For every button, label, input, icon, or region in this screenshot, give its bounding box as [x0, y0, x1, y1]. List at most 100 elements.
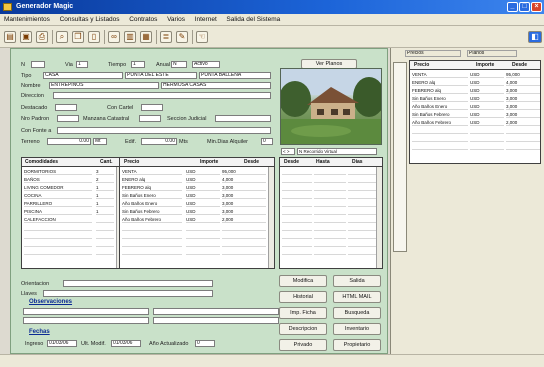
hasta-cell[interactable] — [314, 233, 346, 239]
comodidad-cell[interactable] — [24, 249, 92, 255]
precio-cell[interactable]: FEBRERO alq — [412, 88, 468, 94]
desde-cell[interactable] — [282, 241, 312, 247]
privado-button[interactable]: Privado — [279, 339, 327, 351]
orientacion-field[interactable] — [63, 280, 213, 287]
moneda-cell[interactable]: USD — [186, 209, 220, 215]
cantidad-cell[interactable]: 1 — [96, 193, 114, 199]
comodidad-cell[interactable]: PISCINA — [24, 209, 92, 215]
tab-planos[interactable]: Planos — [467, 50, 517, 57]
photo-nav-arrows[interactable]: < > — [281, 148, 295, 155]
terreno-field[interactable]: 0.00 — [47, 138, 91, 145]
importe-cell[interactable] — [222, 225, 266, 231]
moneda-cell[interactable]: USD — [470, 72, 504, 78]
menu-contratos[interactable]: Contratos — [125, 14, 161, 26]
minimize-icon[interactable]: _ — [507, 2, 518, 12]
desde-cell[interactable] — [282, 209, 312, 215]
dias-cell[interactable] — [348, 177, 376, 183]
hasta-cell[interactable] — [314, 209, 346, 215]
importe-cell[interactable]: 3,000 — [506, 112, 540, 118]
importe-cell[interactable]: 95,000 — [222, 169, 266, 175]
paste-icon[interactable]: ▥ — [124, 31, 136, 43]
cantidad-cell[interactable]: 1 — [96, 185, 114, 191]
importe-cell[interactable]: 3,000 — [222, 201, 266, 207]
precio-cell[interactable]: VENTA — [122, 169, 182, 175]
precio-cell[interactable]: Año Baños Enero — [412, 104, 468, 110]
comodidad-cell[interactable]: CALEFACCION — [24, 217, 92, 223]
hasta-cell[interactable] — [314, 217, 346, 223]
importe-cell[interactable]: 4,000 — [506, 80, 540, 86]
hasta-cell[interactable] — [314, 241, 346, 247]
moneda-cell[interactable]: USD — [186, 217, 220, 223]
hasta-cell[interactable] — [314, 169, 346, 175]
moneda-cell[interactable] — [470, 128, 504, 134]
desde-cell[interactable] — [282, 185, 312, 191]
precios-scrollbar[interactable] — [268, 167, 274, 268]
edif-field[interactable]: 0.00 — [141, 138, 177, 145]
copy-icon[interactable]: ❐ — [72, 31, 84, 43]
comodidad-cell[interactable]: DORMITORIOS — [24, 169, 92, 175]
cantidad-cell[interactable] — [96, 249, 114, 255]
desde-cell[interactable] — [282, 217, 312, 223]
dias-cell[interactable] — [348, 169, 376, 175]
anual-field[interactable]: N — [171, 61, 187, 68]
moneda-cell[interactable]: USD — [470, 104, 504, 110]
desde-cell[interactable] — [282, 177, 312, 183]
property-photo[interactable] — [280, 68, 382, 145]
importe-cell[interactable]: 3,000 — [506, 104, 540, 110]
close-icon[interactable]: × — [531, 2, 542, 12]
precio-cell[interactable] — [412, 128, 468, 134]
llaves-field[interactable] — [43, 290, 213, 297]
importe-cell[interactable] — [506, 128, 540, 134]
comodidad-cell[interactable]: BAÑOS — [24, 177, 92, 183]
importe-cell[interactable]: 3,000 — [506, 88, 540, 94]
menu-varios[interactable]: Varios — [163, 14, 189, 26]
cantidad-cell[interactable]: 1 — [96, 201, 114, 207]
precio-cell[interactable]: ENERO alq — [412, 80, 468, 86]
precio-cell[interactable]: Sin Baños Febrero — [122, 209, 182, 215]
salida-button[interactable]: Salida — [333, 275, 381, 287]
barrio-field[interactable]: PUNTA BALLENA — [199, 72, 271, 79]
observaciones-field-4[interactable] — [153, 317, 279, 324]
moneda-cell[interactable]: USD — [470, 96, 504, 102]
cantidad-cell[interactable] — [96, 217, 114, 223]
comodidad-cell[interactable]: PARRILLERO — [24, 201, 92, 207]
dias-cell[interactable] — [348, 185, 376, 191]
pencil-icon[interactable]: ✎ — [176, 31, 188, 43]
cantidad-cell[interactable] — [96, 225, 114, 231]
cantidad-cell[interactable]: 2 — [96, 177, 114, 183]
con-cartel-field[interactable] — [141, 104, 163, 111]
dias-cell[interactable] — [348, 193, 376, 199]
precio-cell[interactable]: Sin Baños Febrero — [412, 112, 468, 118]
importe-cell[interactable]: 3,000 — [222, 185, 266, 191]
tiempo-field[interactable]: 1 — [131, 61, 145, 68]
calendar-icon[interactable]: ▦ — [140, 31, 152, 43]
dias-cell[interactable] — [348, 209, 376, 215]
moneda-cell[interactable]: USD — [470, 88, 504, 94]
moneda-cell[interactable]: USD — [186, 185, 220, 191]
inventario-button[interactable]: Inventario — [333, 323, 381, 335]
menu-salida[interactable]: Salida del Sistema — [222, 14, 284, 26]
moneda-cell[interactable]: USD — [470, 80, 504, 86]
comodidad-cell[interactable]: LIVING COMEDOR — [24, 185, 92, 191]
moneda-cell[interactable] — [470, 144, 504, 150]
ult-modif-field[interactable]: 01/03/06 — [111, 340, 141, 347]
moneda-cell[interactable]: USD — [186, 177, 220, 183]
precio-cell[interactable]: Sin Baños Enero — [412, 96, 468, 102]
binoculars-icon[interactable]: ∞ — [108, 31, 120, 43]
precio-cell[interactable]: VENTA — [412, 72, 468, 78]
menu-mantenimientos[interactable]: Mantenimientos — [0, 14, 54, 26]
importe-cell[interactable] — [222, 249, 266, 255]
observaciones-field-2[interactable] — [153, 308, 279, 315]
ingreso-field[interactable]: 01/03/06 — [47, 340, 77, 347]
moneda-cell[interactable]: USD — [470, 120, 504, 126]
precio-cell[interactable]: FEBRERO alq — [122, 185, 182, 191]
virtual-tour-button[interactable]: N Recorrido Virtual — [297, 148, 377, 155]
precio-cell[interactable]: Sin Baños Enero — [122, 193, 182, 199]
hand-icon[interactable]: ☜ — [196, 31, 208, 43]
moneda-cell[interactable]: USD — [186, 201, 220, 207]
via-field[interactable]: 1 — [76, 61, 88, 68]
importe-cell[interactable] — [222, 241, 266, 247]
min-dias-field[interactable]: 0 — [261, 138, 273, 145]
historial-button[interactable]: Historial — [279, 291, 327, 303]
anio-actualizado-field[interactable]: 0 — [195, 340, 215, 347]
